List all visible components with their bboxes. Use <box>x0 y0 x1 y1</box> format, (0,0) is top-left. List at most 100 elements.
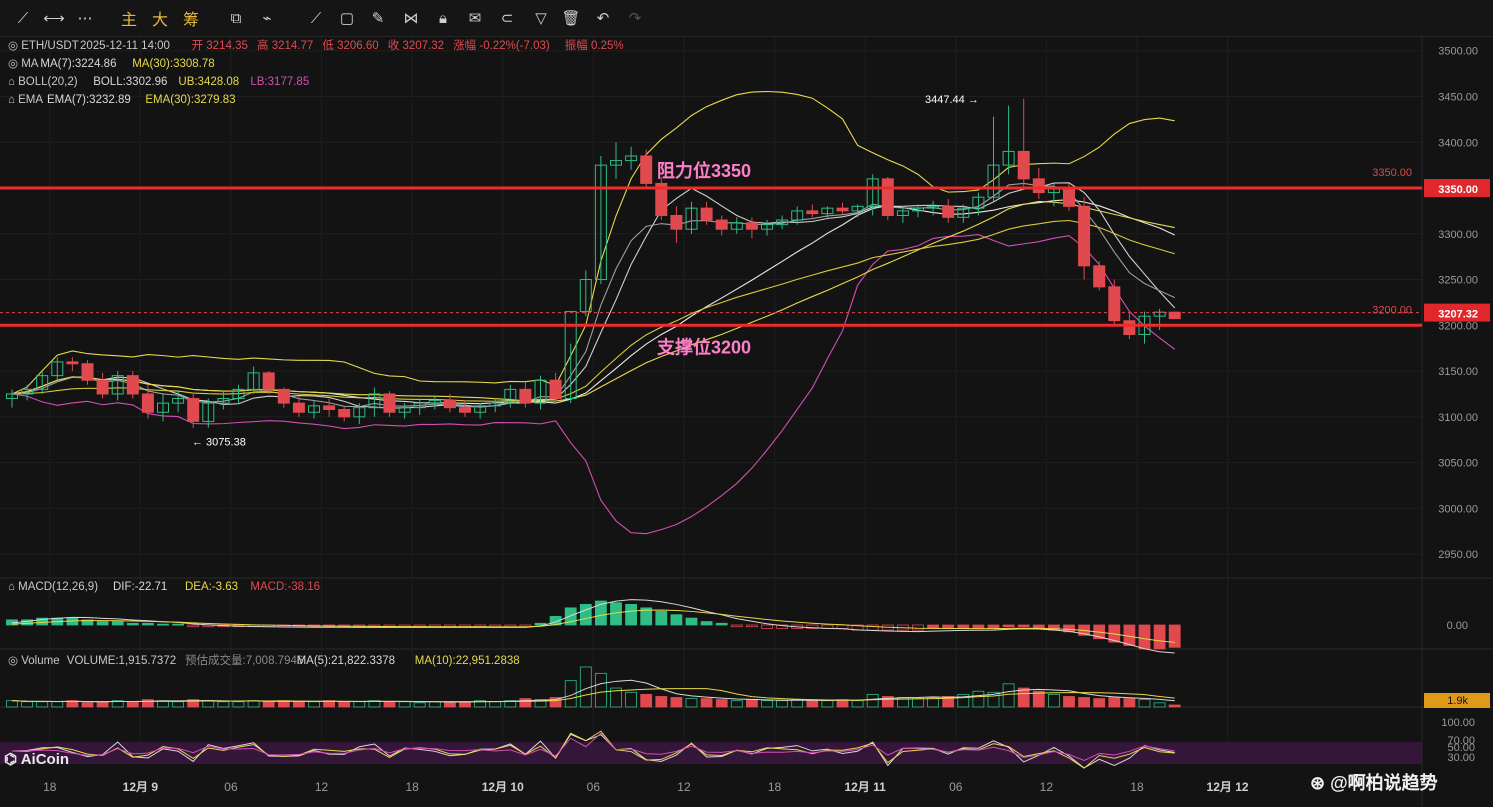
candle-body <box>881 178 894 216</box>
legend-text: VOLUME:1,915.7372 <box>67 655 176 667</box>
volume-bar <box>36 701 49 708</box>
volume-bar <box>519 698 532 708</box>
author-watermark: ⊛ @啊柏说趋势 <box>1310 772 1438 793</box>
volume-bar <box>217 701 230 708</box>
candle-body <box>383 393 396 413</box>
volume-bar <box>1017 687 1030 708</box>
legend-text: 预估成交量:7,008.7946 <box>185 653 303 667</box>
candle-body <box>292 402 305 413</box>
y-tick-label: 3450.00 <box>1438 91 1478 103</box>
legend-text: ◎ Volume <box>8 655 60 667</box>
volume-bar <box>202 700 215 708</box>
legend-text: EMA(30):3279.83 <box>145 94 235 106</box>
x-tick-label: 18 <box>43 780 57 794</box>
brush-icon[interactable]: ✎ <box>367 0 389 36</box>
low-price-marker: ← 3075.38 <box>192 436 246 448</box>
note-icon[interactable]: ✉ <box>464 0 486 36</box>
filter-icon[interactable]: ▽ <box>530 0 552 36</box>
y-tick-label: 3150.00 <box>1438 366 1478 378</box>
volume-bar <box>866 693 879 708</box>
y-tick-label: 3250.00 <box>1438 275 1478 287</box>
volume-bar <box>625 691 637 708</box>
macd-bar <box>746 624 758 628</box>
legend-text: BOLL:3302.96 <box>93 76 167 88</box>
x-tick-label: 18 <box>1130 780 1144 794</box>
macd-bar <box>172 623 185 626</box>
x-tick-label: 18 <box>405 780 419 794</box>
pattern-icon[interactable]: ⋈ <box>400 0 422 36</box>
volume-bar <box>685 698 698 708</box>
legend-text: 振幅 0.25% <box>565 38 624 52</box>
y-tick-label: 3100.00 <box>1438 412 1478 424</box>
volume-bar <box>1063 696 1075 708</box>
macd-bar <box>700 621 713 626</box>
legend-text: DEA:-3.63 <box>185 581 238 593</box>
candle-body <box>126 375 139 395</box>
x-tick-label: 12月 9 <box>123 780 159 794</box>
rectangle-icon[interactable]: ▢ <box>336 0 358 36</box>
macd-bar <box>66 617 79 626</box>
lock-icon[interactable]: 🔒︎ <box>432 0 454 36</box>
volume-bar <box>21 701 34 708</box>
mode-button-0[interactable]: 主 <box>118 0 140 36</box>
volume-bar <box>81 702 94 708</box>
macd-bar <box>579 604 592 626</box>
rsi-band <box>0 742 1422 764</box>
undo-icon[interactable]: ↶ <box>592 0 614 36</box>
volume-bar <box>912 698 924 708</box>
trash-icon[interactable]: 🗑︎ <box>560 0 582 36</box>
volume-bar <box>398 701 411 708</box>
candle-body <box>277 388 290 404</box>
candle-body <box>66 361 79 365</box>
legend-price: ◎ ETH/USDT 2025-12-11 14:00 开 3214.35 高 321… <box>8 38 624 52</box>
candle-body <box>141 393 154 413</box>
macd-bar <box>126 622 139 626</box>
legend-text: MACD:-38.16 <box>250 581 320 593</box>
legend-text: ◎ MA <box>8 58 39 70</box>
legend-macd: ⌂ MACD(12,26,9) DIF:-22.71 DEA:-3.63 MACD:-… <box>8 581 320 593</box>
macd-bar <box>715 622 728 626</box>
y-tick-label: 2950.00 <box>1438 549 1478 561</box>
macd-bar <box>987 624 1000 629</box>
chart-canvas[interactable]: 3350.00 3200.00 阻力位3350 支撑位3200 3447.44 → ← 3… <box>0 37 1493 807</box>
macd-bar <box>157 623 169 626</box>
candle-body <box>187 398 200 422</box>
candle-body <box>443 399 456 409</box>
candle-body <box>549 379 562 400</box>
volume-bar <box>1168 704 1181 708</box>
candle-body <box>745 222 758 230</box>
volume-bar <box>730 700 743 708</box>
legend-text: 开 3214.35 <box>192 40 248 52</box>
macd-bar <box>96 621 109 626</box>
indicator-icon[interactable]: ⧉ <box>225 0 247 36</box>
volume-bar <box>1153 702 1166 708</box>
y-tick-label: 3200.00 <box>1438 320 1478 332</box>
candle-body <box>1078 205 1091 267</box>
volume-bar <box>232 701 245 708</box>
legend-text: EMA(7):3232.89 <box>47 94 131 106</box>
volume-bar <box>353 701 366 708</box>
mode-button-2[interactable]: 筹 <box>180 0 202 36</box>
trend-line-icon[interactable]: ⟋ <box>305 0 327 36</box>
legend-ema: ⌂ EMA EMA(7):3232.89 EMA(30):3279.83 <box>8 94 236 106</box>
candle-body <box>81 363 94 381</box>
magnet-icon[interactable]: ⊂ <box>496 0 518 36</box>
resistance-annotation: 阻力位3350 <box>657 160 751 181</box>
ruler-icon[interactable]: ⌁ <box>256 0 278 36</box>
legend-text: ⌂ EMA <box>8 94 43 106</box>
volume-bar <box>308 701 320 708</box>
legend-text: MA(7):3224.86 <box>40 58 116 70</box>
redo-icon[interactable]: ↷ <box>624 0 646 36</box>
volume-bar <box>821 700 834 708</box>
horizontal-line-icon[interactable]: ⟷ <box>43 0 65 36</box>
crosshair-icon[interactable]: ⟋ <box>12 0 34 36</box>
legend-text: 高 3214.77 <box>257 38 313 52</box>
legend-text: MA(30):3308.78 <box>132 58 214 70</box>
more-dots-icon[interactable]: ⋯ <box>74 0 96 36</box>
candle-body <box>1093 265 1106 288</box>
legend-text: DIF:-22.71 <box>113 581 167 593</box>
macd-bar <box>761 624 773 629</box>
candle-body <box>1032 178 1045 194</box>
candle-body <box>1063 187 1075 207</box>
mode-button-1[interactable]: 大 <box>149 0 171 36</box>
